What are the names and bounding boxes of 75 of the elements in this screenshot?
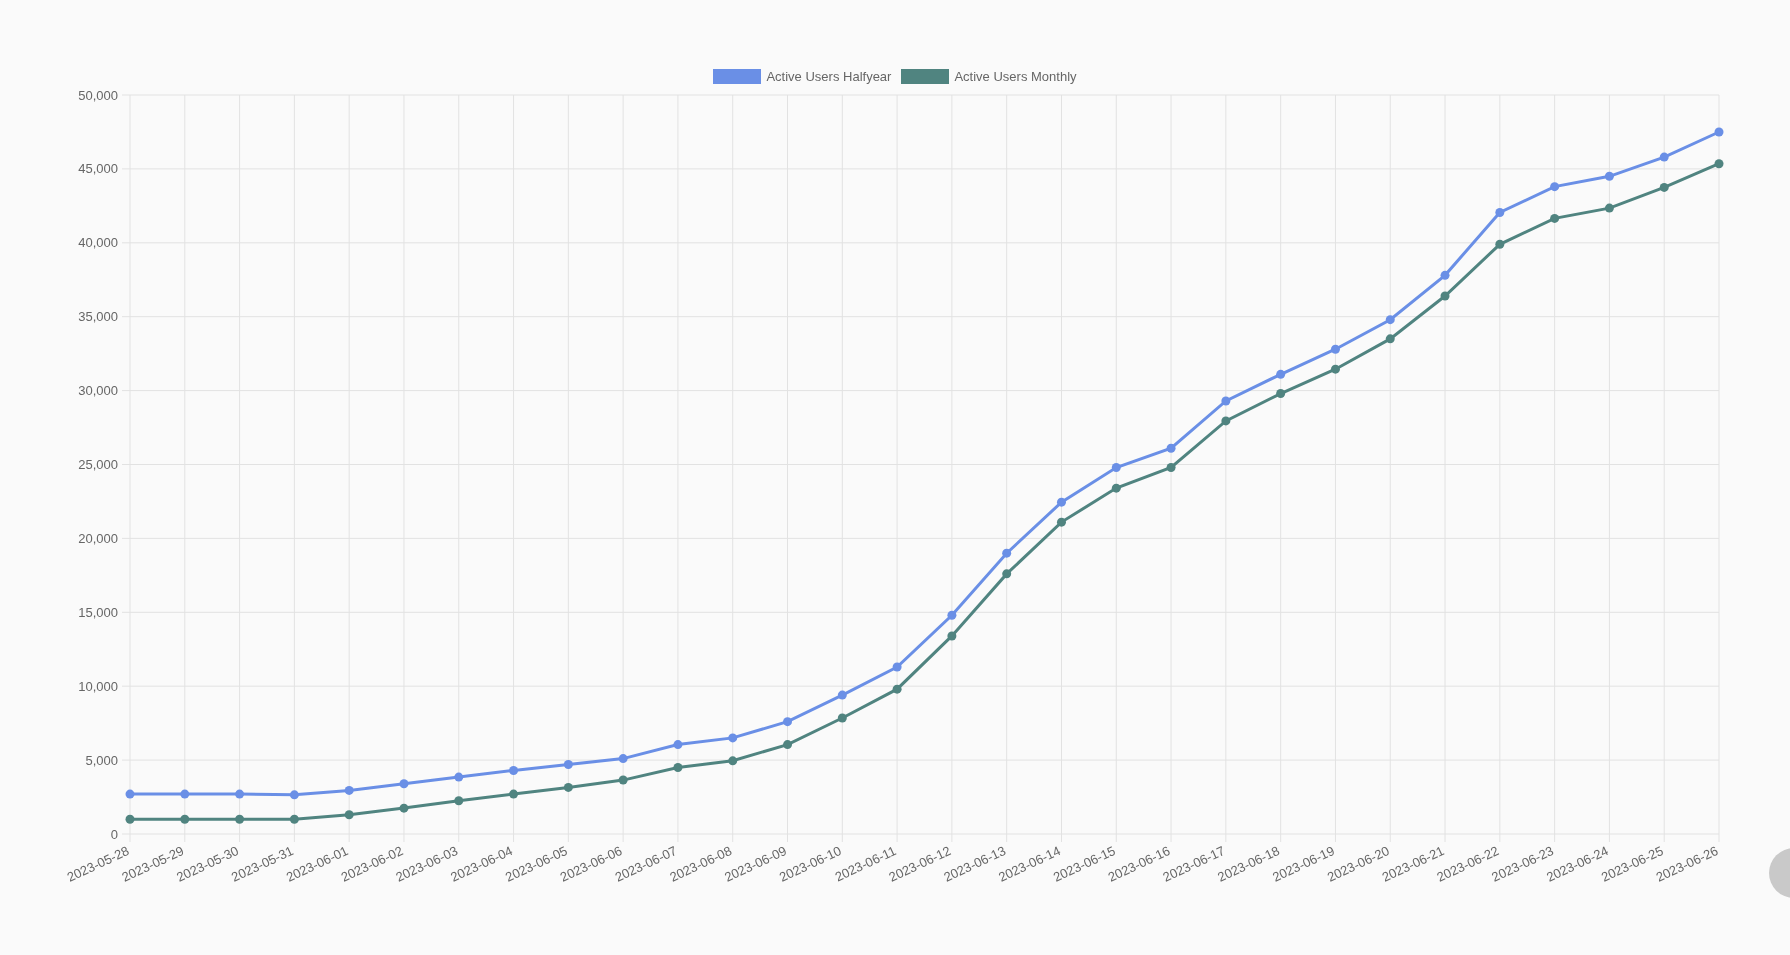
data-point bbox=[1550, 182, 1560, 192]
data-point bbox=[509, 789, 519, 799]
data-point bbox=[837, 713, 847, 723]
data-point bbox=[673, 763, 683, 772]
legend-swatch[interactable] bbox=[713, 69, 762, 84]
data-point bbox=[180, 814, 190, 824]
data-point bbox=[180, 789, 190, 799]
axis-tick-label: 10,000 bbox=[78, 678, 118, 694]
data-point bbox=[289, 814, 299, 824]
data-point bbox=[1440, 291, 1450, 301]
axis-tick-label: 20,000 bbox=[78, 530, 118, 546]
data-point bbox=[344, 785, 354, 795]
data-point bbox=[1166, 443, 1176, 453]
data-point bbox=[783, 740, 792, 750]
data-point bbox=[1604, 171, 1614, 181]
axis-tick-label: 0 bbox=[110, 826, 118, 842]
data-point bbox=[1440, 270, 1450, 280]
legend-swatch[interactable] bbox=[901, 69, 950, 84]
data-point bbox=[728, 756, 738, 766]
data-point bbox=[1330, 364, 1340, 374]
data-point bbox=[618, 775, 628, 785]
axis-tick-label: 35,000 bbox=[78, 309, 118, 325]
data-point bbox=[618, 754, 628, 764]
data-point bbox=[1111, 483, 1121, 493]
data-point bbox=[892, 662, 902, 672]
data-point bbox=[125, 814, 135, 824]
data-point bbox=[947, 610, 957, 620]
data-point bbox=[1659, 152, 1669, 162]
data-point bbox=[1221, 396, 1231, 406]
data-point bbox=[1002, 548, 1012, 558]
data-point bbox=[1385, 334, 1395, 344]
data-point bbox=[125, 789, 135, 799]
data-point bbox=[1714, 159, 1724, 169]
data-point bbox=[947, 631, 957, 641]
data-point bbox=[1221, 416, 1231, 426]
data-point bbox=[892, 684, 902, 694]
data-point bbox=[399, 779, 409, 789]
data-point bbox=[563, 760, 573, 770]
data-point bbox=[235, 789, 245, 799]
data-point bbox=[1057, 517, 1066, 527]
axis-tick-label: 40,000 bbox=[78, 235, 118, 251]
data-point bbox=[1276, 389, 1286, 399]
axis-tick-label: 15,000 bbox=[78, 604, 118, 620]
data-point bbox=[728, 733, 738, 743]
data-point bbox=[1111, 462, 1121, 472]
axis-tick-label: 30,000 bbox=[78, 383, 118, 399]
data-point bbox=[1550, 213, 1560, 223]
data-point bbox=[454, 772, 464, 782]
data-point bbox=[1002, 569, 1012, 579]
data-point bbox=[1276, 369, 1286, 379]
data-point bbox=[235, 814, 245, 824]
axis-tick-label: 50,000 bbox=[78, 87, 118, 103]
data-point bbox=[1495, 208, 1505, 217]
data-point bbox=[509, 765, 519, 775]
data-point bbox=[837, 690, 847, 700]
data-point bbox=[1604, 203, 1614, 213]
data-point bbox=[563, 782, 573, 792]
data-point bbox=[1166, 462, 1176, 472]
data-point bbox=[454, 796, 464, 806]
data-point bbox=[1714, 127, 1724, 137]
data-point bbox=[1057, 497, 1066, 507]
data-point bbox=[673, 740, 683, 750]
axis-tick-label: 45,000 bbox=[78, 161, 118, 177]
data-point bbox=[344, 810, 354, 820]
data-point bbox=[1330, 344, 1340, 354]
data-point bbox=[1659, 182, 1669, 192]
legend-label: Active Users Halfyear bbox=[766, 69, 892, 84]
legend-label: Active Users Monthly bbox=[954, 69, 1077, 84]
data-point bbox=[1495, 239, 1505, 249]
data-point bbox=[289, 790, 299, 800]
data-point bbox=[399, 803, 409, 813]
data-point bbox=[1385, 315, 1395, 325]
data-point bbox=[783, 717, 792, 727]
axis-tick-label: 5,000 bbox=[85, 752, 118, 768]
axis-tick-label: 25,000 bbox=[78, 457, 118, 472]
